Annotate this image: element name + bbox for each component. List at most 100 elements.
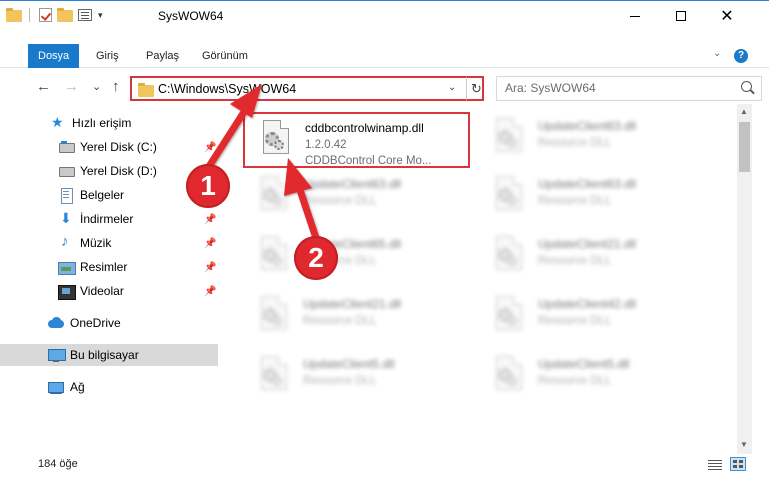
sidebar-item-onedrive[interactable]: OneDrive [0, 312, 218, 334]
quick-access-toolbar: ▾ [6, 8, 103, 22]
ribbon-tabs: Dosya Giriş Paylaş Görünüm ⌄ ? [0, 44, 769, 68]
download-icon [58, 210, 74, 227]
quick-access-dropdown-icon[interactable]: ▾ [98, 10, 103, 21]
toolbar-divider [29, 8, 30, 22]
file-item[interactable]: UpdateClient5.dll Resource DLL [478, 350, 708, 406]
status-bar: 184 öğe [0, 454, 769, 476]
sidebar-item-videolar[interactable]: Videolar 📌 [0, 280, 218, 302]
tab-paylas[interactable]: Paylaş [136, 44, 189, 68]
address-dropdown-icon[interactable]: ⌄ [448, 82, 456, 93]
forward-button[interactable]: → [64, 78, 79, 95]
file-item[interactable]: UpdateClient5.dll Resource DLL [243, 350, 473, 406]
file-item-cddbcontrolwinamp[interactable]: cddbcontrolwinamp.dll 1.2.0.42 CDDBContr… [243, 112, 470, 168]
file-item[interactable]: UpdateClient65.dll Resource DLL [243, 230, 473, 286]
dll-file-icon [492, 296, 526, 338]
refresh-icon[interactable]: ↻ [466, 77, 486, 100]
file-name: UpdateClient63.dll [538, 177, 637, 191]
scroll-down-icon[interactable]: ▼ [740, 440, 748, 449]
sidebar-item-label: Belgeler [80, 188, 125, 202]
file-type: Resource DLL [538, 315, 612, 327]
sidebar-item-hizli-erisim[interactable]: Hızlı erişim [0, 112, 218, 134]
maximize-button[interactable] [658, 1, 704, 31]
sidebar-item-yerel-disk-c[interactable]: Yerel Disk (C:) 📌 [0, 136, 218, 158]
file-name: UpdateClient21.dll [538, 237, 637, 251]
dll-file-icon [257, 176, 291, 218]
file-list: cddbcontrolwinamp.dll 1.2.0.42 CDDBContr… [232, 108, 737, 452]
sidebar-item-bu-bilgisayar[interactable]: Bu bilgisayar [0, 344, 218, 366]
file-type: Resource DLL [303, 195, 377, 207]
sidebar-item-yerel-disk-d[interactable]: Yerel Disk (D:) [0, 160, 218, 182]
step-1-badge: 1 [186, 164, 230, 208]
dll-file-icon [492, 118, 526, 160]
network-icon [48, 380, 64, 394]
properties-icon[interactable] [77, 8, 93, 22]
close-button[interactable]: ✕ [704, 1, 750, 31]
file-description: CDDBControl Core Mo... [305, 155, 432, 167]
up-button[interactable]: ↑ [112, 78, 120, 95]
sidebar-item-label: Müzik [80, 236, 112, 250]
dll-file-icon [257, 356, 291, 398]
file-type: Resource DLL [538, 195, 612, 207]
navigation-bar: ← → ⌄ ↑ C:\Windows\SysWOW64 ⌄ ↻ [0, 72, 769, 104]
address-bar[interactable]: C:\Windows\SysWOW64 ⌄ ↻ [130, 76, 484, 101]
tab-gorunum[interactable]: Görünüm [192, 44, 258, 68]
file-item[interactable]: UpdateClient63.dll Resource DLL [478, 112, 708, 168]
file-item[interactable]: UpdateClient63.dll Resource DLL [243, 170, 473, 226]
pin-icon: 📌 [204, 237, 217, 249]
maximize-icon [676, 11, 686, 21]
pictures-icon [58, 260, 76, 275]
search-input[interactable] [505, 81, 725, 95]
back-button[interactable]: ← [36, 78, 51, 95]
cloud-icon [48, 316, 64, 330]
minimize-button[interactable] [612, 1, 658, 31]
sidebar-item-resimler[interactable]: Resimler 📌 [0, 256, 218, 278]
videos-icon [58, 284, 76, 300]
vertical-scrollbar[interactable]: ▲ ▼ [737, 104, 752, 454]
file-item[interactable]: UpdateClient21.dll Resource DLL [478, 230, 708, 286]
scroll-thumb[interactable] [739, 122, 750, 172]
expand-ribbon-icon[interactable]: ⌄ [713, 48, 721, 59]
sidebar-item-muzik[interactable]: Müzik 📌 [0, 232, 218, 254]
pin-icon: 📌 [204, 213, 217, 225]
file-name: UpdateClient42.dll [538, 297, 637, 311]
tab-dosya[interactable]: Dosya [28, 44, 80, 68]
scroll-up-icon[interactable]: ▲ [740, 107, 748, 116]
title-bar: ▾ SysWOW64 ✕ [0, 0, 769, 30]
pin-icon: 📌 [204, 261, 217, 273]
sidebar-item-label: Hızlı erişim [72, 116, 132, 130]
file-item[interactable]: UpdateClient21.dll Resource DLL [243, 290, 473, 346]
address-path[interactable]: C:\Windows\SysWOW64 [158, 82, 296, 96]
search-box[interactable] [496, 76, 762, 101]
details-view-icon[interactable] [707, 458, 723, 471]
drive-icon [58, 140, 75, 154]
sidebar-item-ag[interactable]: Ağ [0, 376, 218, 398]
sidebar-item-label: Yerel Disk (C:) [80, 140, 157, 154]
sidebar-item-label: Resimler [80, 260, 128, 274]
step-2-badge: 2 [294, 236, 338, 280]
file-type: Resource DLL [303, 375, 377, 387]
large-icons-view-icon[interactable] [730, 457, 746, 471]
sidebar-item-indirmeler[interactable]: İndirmeler 📌 [0, 208, 218, 230]
file-name: UpdateClient63.dll [538, 119, 637, 133]
new-folder-icon[interactable] [57, 8, 73, 22]
sidebar-item-label: OneDrive [70, 316, 121, 330]
documents-icon [58, 188, 74, 204]
music-icon [58, 233, 74, 250]
folder-icon [138, 83, 154, 97]
tab-giris[interactable]: Giriş [86, 44, 129, 68]
help-icon[interactable]: ? [734, 49, 748, 63]
sidebar-item-label: Videolar [80, 284, 124, 298]
file-type: Resource DLL [538, 255, 612, 267]
file-name: UpdateClient63.dll [303, 177, 402, 191]
dll-file-icon [259, 120, 293, 162]
sidebar-item-label: İndirmeler [80, 212, 134, 226]
window-title: SysWOW64 [158, 9, 224, 23]
file-item[interactable]: UpdateClient42.dll Resource DLL [478, 290, 708, 346]
properties-check-icon[interactable] [37, 8, 53, 22]
file-type: Resource DLL [538, 375, 612, 387]
dll-file-icon [257, 236, 291, 278]
minimize-icon [630, 15, 640, 17]
file-item[interactable]: UpdateClient63.dll Resource DLL [478, 170, 708, 226]
pin-icon: 📌 [204, 141, 217, 153]
recent-locations-button[interactable]: ⌄ [92, 80, 101, 93]
